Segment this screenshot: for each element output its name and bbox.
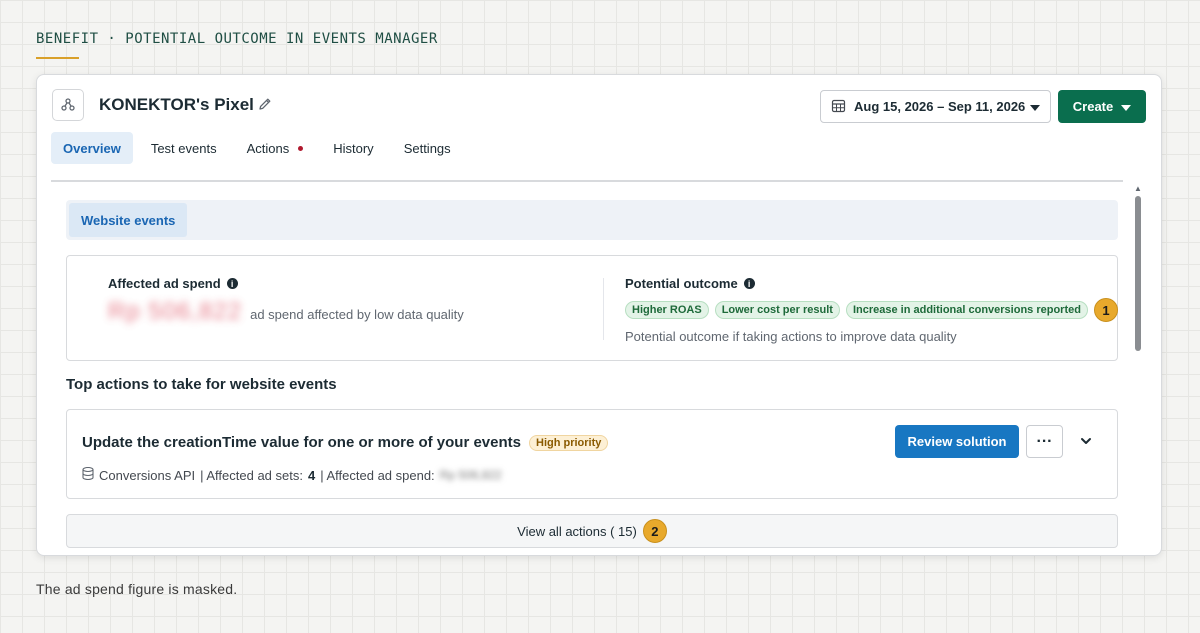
- potential-outcome-label: Potential outcome i: [625, 276, 1118, 291]
- tab-label: Settings: [403, 140, 451, 156]
- affected-spend-label: | Affected ad spend:: [320, 467, 435, 483]
- chevron-down-icon[interactable]: [1077, 432, 1095, 450]
- tab-overview[interactable]: Overview: [51, 132, 133, 164]
- affected-spend-row: Rp 506,822 ad spend affected by low data…: [108, 298, 464, 326]
- tab-label: Actions: [246, 140, 290, 156]
- pixel-title: KONEKTOR's Pixel: [99, 95, 254, 114]
- tab-label: Overview: [63, 140, 121, 156]
- potential-outcome-description: Potential outcome if taking actions to i…: [625, 329, 957, 344]
- affected-spend-description: ad spend affected by low data quality: [250, 306, 464, 322]
- caret-down-icon: [1030, 99, 1040, 114]
- pencil-icon[interactable]: [257, 96, 273, 112]
- calendar-icon: [831, 98, 846, 116]
- caption-note: The ad spend figure is masked.: [36, 581, 238, 597]
- info-icon[interactable]: i: [226, 278, 238, 289]
- header-divider: [51, 180, 1123, 182]
- view-all-actions-button[interactable]: View all actions ( 15) 2: [66, 514, 1118, 548]
- potential-outcome: Potential outcome i Higher ROAS Lower co…: [625, 276, 1118, 344]
- create-button[interactable]: Create: [1058, 90, 1146, 123]
- tab-bar: Overview Test events Actions History Set…: [51, 132, 469, 164]
- outcome-chips: Higher ROAS Lower cost per result Increa…: [625, 298, 1118, 322]
- tab-test-events[interactable]: Test events: [139, 132, 229, 164]
- callout-badge-2: 2: [642, 519, 667, 543]
- chip-lower-cost: Lower cost per result: [714, 301, 840, 319]
- caption-title: BENEFIT · POTENTIAL OUTCOME IN EVENTS MA…: [36, 31, 438, 47]
- top-actions-heading: Top actions to take for website events: [66, 376, 337, 393]
- scroll-up-arrow-icon[interactable]: ▲: [1134, 184, 1142, 193]
- notification-dot: [298, 145, 304, 151]
- masked-ad-spend-amount: Rp 506,822: [108, 298, 243, 325]
- date-range-picker[interactable]: Aug 15, 2026 – Sep 11, 2026: [820, 90, 1051, 123]
- affected-ad-sets-value: 4: [307, 467, 316, 483]
- callout-badge-1: 1: [1093, 298, 1118, 322]
- events-manager-window: KONEKTOR's Pixel Aug 15, 2026 – Sep 11, …: [36, 74, 1162, 556]
- action-meta: Conversions API | Affected ad sets: 4 | …: [82, 466, 502, 483]
- action-card: Update the creationTime value for one or…: [66, 409, 1118, 499]
- chip-increase-conversions: Increase in additional conversions repor…: [845, 301, 1088, 319]
- date-range-text: Aug 15, 2026 – Sep 11, 2026: [854, 99, 1026, 114]
- info-icon[interactable]: i: [743, 278, 755, 289]
- create-button-label: Create: [1072, 99, 1114, 114]
- header: KONEKTOR's Pixel Aug 15, 2026 – Sep 11, …: [37, 75, 1161, 181]
- chip-higher-roas: Higher ROAS: [625, 301, 709, 319]
- high-priority-badge: High priority: [529, 434, 609, 451]
- caption-underline: [36, 57, 79, 59]
- tab-history[interactable]: History: [321, 132, 385, 164]
- masked-affected-spend: Rp 506,822: [439, 468, 502, 482]
- affected-ad-spend: Affected ad spend i: [108, 276, 238, 291]
- tab-settings[interactable]: Settings: [392, 132, 463, 164]
- website-events-bar: Website events: [66, 200, 1118, 240]
- vertical-divider: [603, 278, 604, 340]
- more-options-button[interactable]: ···: [1026, 425, 1063, 458]
- pixel-icon: [52, 89, 84, 121]
- database-icon: [82, 466, 94, 483]
- view-all-label: View all actions ( 15): [517, 523, 637, 539]
- tab-label: History: [333, 140, 374, 156]
- tab-website-events[interactable]: Website events: [69, 203, 188, 237]
- review-solution-button[interactable]: Review solution: [895, 425, 1019, 458]
- source-text: Conversions API: [99, 467, 196, 483]
- label-text: Potential outcome: [625, 276, 738, 291]
- data-quality-summary-card: Affected ad spend i Rp 506,822 ad spend …: [66, 255, 1118, 361]
- scrollbar-thumb[interactable]: [1135, 196, 1141, 351]
- tab-label: Test events: [150, 140, 217, 156]
- action-title: Update the creationTime value for one or…: [82, 434, 521, 451]
- action-title-row: Update the creationTime value for one or…: [82, 434, 609, 451]
- caret-down-icon: [1121, 99, 1132, 114]
- tab-actions[interactable]: Actions: [235, 132, 316, 164]
- label-text: Affected ad spend: [108, 276, 221, 291]
- affected-ad-spend-label: Affected ad spend i: [108, 276, 238, 291]
- affected-ad-sets-label: | Affected ad sets:: [200, 467, 303, 483]
